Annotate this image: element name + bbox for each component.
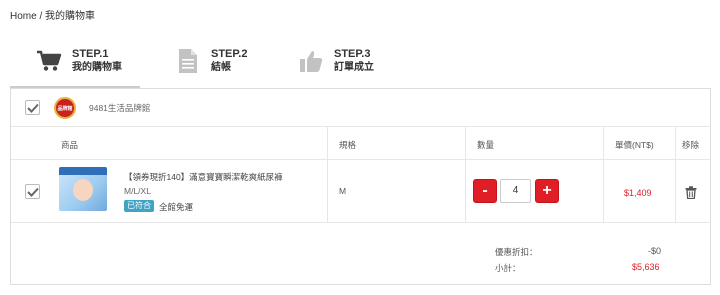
thumbs-up-icon (298, 48, 324, 74)
shop-header: 品牌館 9481生活品牌館 (11, 89, 710, 127)
step-3: STEP.3 訂單成立 (298, 44, 374, 78)
shop-select-checkbox[interactable] (25, 100, 40, 115)
step-title: 結帳 (211, 62, 231, 73)
header-quantity: 數量 (477, 140, 495, 150)
shop-name[interactable]: 9481生活品牌館 (89, 102, 150, 114)
step-number: STEP.3 (334, 48, 371, 60)
step-2: STEP.2 結帳 (175, 44, 248, 78)
product-size-options: M/L/XL (124, 186, 151, 196)
header-spec: 規格 (339, 140, 357, 150)
shop-logo-text: 品牌館 (57, 105, 73, 112)
document-icon (175, 48, 201, 74)
step-number: STEP.2 (211, 48, 248, 60)
header-unit-price: 單價(NT$) (615, 140, 654, 150)
product-spec: M (339, 186, 347, 196)
breadcrumb-home-link[interactable]: Home (10, 11, 37, 22)
breadcrumb-separator: / (36, 11, 46, 22)
product-title[interactable]: 【領券現折140】滿意寶寶瞬潔乾爽紙尿褲 (124, 171, 283, 183)
table-row: 【領券現折140】滿意寶寶瞬潔乾爽紙尿褲 M/L/XL 已符合 全館免運 M -… (11, 160, 710, 223)
shop-logo: 品牌館 (54, 97, 76, 119)
status-badge: 已符合 (124, 200, 154, 212)
product-image[interactable] (59, 167, 107, 211)
discount-label: 優惠折扣： (495, 247, 538, 257)
step-title: 訂單成立 (334, 62, 374, 73)
header-remove: 移除 (682, 140, 700, 150)
checkmark-icon (26, 103, 39, 113)
quantity-input[interactable]: 4 (500, 179, 531, 203)
trash-icon[interactable] (685, 186, 697, 200)
subtotal-value: $5,636 (632, 262, 660, 272)
quantity-decrease-button[interactable]: - (473, 179, 497, 203)
shopping-cart-icon (36, 48, 62, 74)
quantity-increase-button[interactable]: + (535, 179, 559, 203)
breadcrumb: Home / 我的購物車 (10, 7, 95, 22)
checkmark-icon (26, 187, 39, 197)
step-1: STEP.1 我的購物車 (36, 44, 122, 78)
item-select-checkbox[interactable] (25, 184, 40, 199)
unit-price: $1,409 (624, 188, 652, 198)
breadcrumb-current: 我的購物車 (45, 11, 96, 22)
subtotal-label: 小計： (495, 263, 521, 273)
shipping-label: 全館免運 (159, 202, 194, 212)
discount-value: -$0 (648, 246, 662, 256)
cart-table: 品牌館 9481生活品牌館 商品 規格 數量 單價(NT$) 移除 【領券現折1… (10, 88, 711, 285)
step-number: STEP.1 (72, 48, 109, 60)
table-header: 商品 規格 數量 單價(NT$) 移除 (11, 127, 710, 160)
header-product: 商品 (61, 140, 79, 150)
step-title: 我的購物車 (72, 62, 122, 73)
